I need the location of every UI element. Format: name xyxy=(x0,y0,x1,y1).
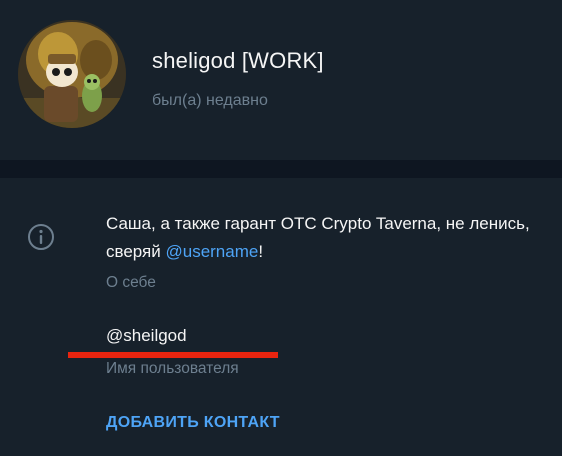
section-divider xyxy=(0,160,562,178)
profile-name: sheligod [WORK] xyxy=(152,48,324,73)
avatar[interactable] xyxy=(18,20,126,128)
annotation-underline xyxy=(68,352,278,358)
profile-header: sheligod [WORK] был(а) недавно xyxy=(0,0,562,160)
about-text: Саша, а также гарант OTC Crypto Taverna,… xyxy=(106,210,546,266)
about-username-link[interactable]: @username xyxy=(165,242,258,261)
username-value[interactable]: @sheilgod xyxy=(106,326,187,346)
add-contact-button[interactable]: ДОБАВИТЬ КОНТАКТ xyxy=(106,414,280,432)
profile-status: был(а) недавно xyxy=(152,92,268,109)
username-label: Имя пользователя xyxy=(106,360,239,377)
info-icon xyxy=(27,223,55,251)
about-label: О себе xyxy=(106,274,156,291)
avatar-image xyxy=(18,20,126,128)
about-text-part: ! xyxy=(258,242,264,261)
